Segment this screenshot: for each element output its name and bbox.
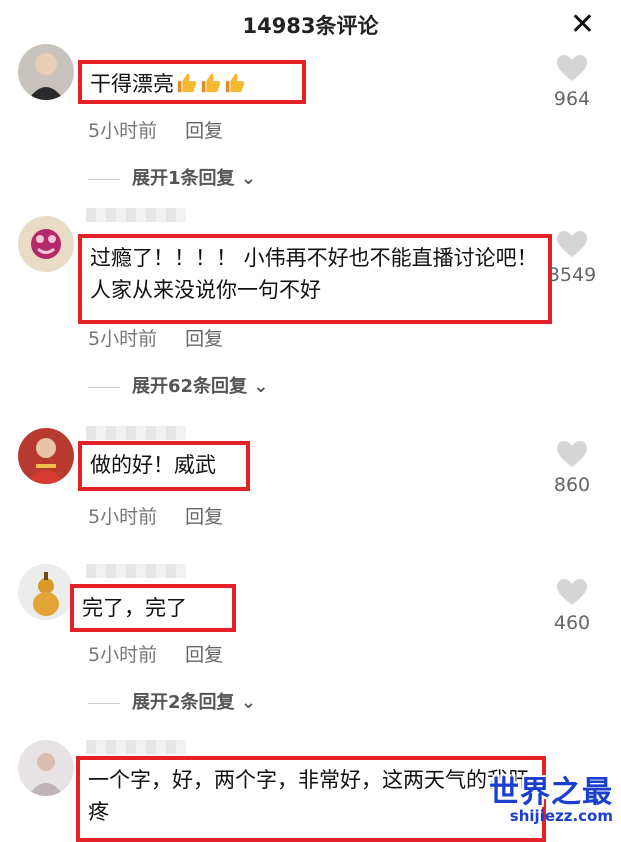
like-button[interactable]: 964	[539, 54, 605, 110]
heart-icon	[557, 55, 587, 81]
reply-button[interactable]: 回复	[185, 644, 223, 666]
divider-line	[88, 178, 120, 180]
username-blurred	[86, 740, 186, 754]
comment-text-box: 一个字，好，两个字，非常好，这两天气的我肝疼	[76, 756, 546, 842]
comment-time: 5小时前	[88, 120, 158, 142]
like-count: 964	[553, 88, 591, 110]
comment-text: 干得漂亮	[90, 72, 174, 96]
comment-meta: 5小时前 回复	[88, 502, 223, 529]
comment-text-box: 过瘾了！！！！ 小伟再不好也不能直播讨论吧！人家从来没说你一句不好	[78, 234, 552, 324]
comments-header: 14983条评论 ✕	[0, 0, 621, 50]
expand-replies-button[interactable]: 展开2条回复 ⌄	[88, 688, 256, 714]
heart-icon	[557, 441, 587, 467]
site-watermark: 世界之最 shijiezz.com	[489, 767, 613, 825]
like-count: 460	[553, 612, 591, 634]
thumbs-up-icon	[222, 72, 246, 96]
watermark-logo-text: 世界之最	[489, 775, 613, 810]
like-button[interactable]: 460	[539, 578, 605, 634]
thumbs-up-icon	[174, 72, 198, 96]
reply-button[interactable]: 回复	[185, 328, 223, 350]
chevron-down-icon: ⌄	[240, 168, 256, 189]
heart-icon	[557, 579, 587, 605]
like-count: 860	[553, 474, 591, 496]
avatar[interactable]	[18, 740, 74, 796]
expand-replies-button[interactable]: 展开62条回复 ⌄	[88, 372, 268, 398]
comment-text: 一个字，好，两个字，非常好，这两天气的我肝疼	[88, 768, 529, 824]
like-count: 3549	[547, 264, 597, 286]
divider-line	[88, 702, 120, 704]
comment-text-box: 完了，完了	[70, 584, 236, 632]
comment-text-box: 做的好！威武	[78, 441, 250, 491]
comment-text: 完了，完了	[82, 596, 187, 620]
comment-text-box: 干得漂亮	[78, 60, 306, 104]
username-blurred	[86, 426, 186, 440]
username-blurred	[86, 208, 186, 222]
reply-button[interactable]: 回复	[185, 506, 223, 528]
comment-text: 做的好！威武	[90, 453, 216, 477]
divider-line	[88, 386, 120, 388]
chevron-down-icon: ⌄	[253, 376, 269, 397]
comment-count-title: 14983条评论	[242, 14, 379, 38]
reply-button[interactable]: 回复	[185, 120, 223, 142]
comment-meta: 5小时前 回复	[88, 116, 223, 143]
heart-icon	[557, 231, 587, 257]
username-blurred	[86, 564, 186, 578]
avatar[interactable]	[18, 564, 74, 620]
expand-replies-button[interactable]: 展开1条回复 ⌄	[88, 164, 256, 190]
comment-time: 5小时前	[88, 506, 158, 528]
close-icon[interactable]: ✕	[570, 6, 595, 44]
avatar[interactable]	[18, 216, 74, 272]
expand-replies-label: 展开2条回复	[132, 692, 235, 713]
expand-replies-label: 展开1条回复	[132, 168, 235, 189]
avatar[interactable]	[18, 44, 74, 100]
like-button[interactable]: 860	[539, 440, 605, 496]
expand-replies-label: 展开62条回复	[132, 376, 248, 397]
chevron-down-icon: ⌄	[240, 692, 256, 713]
avatar[interactable]	[18, 428, 74, 484]
comment-time: 5小时前	[88, 644, 158, 666]
comment-meta: 5小时前 回复	[88, 324, 223, 351]
thumbs-up-icon	[198, 72, 222, 96]
comment-time: 5小时前	[88, 328, 158, 350]
like-button[interactable]: 3549	[539, 230, 605, 286]
comment-meta: 5小时前 回复	[88, 640, 223, 667]
comment-text: 过瘾了！！！！ 小伟再不好也不能直播讨论吧！人家从来没说你一句不好	[90, 246, 538, 302]
